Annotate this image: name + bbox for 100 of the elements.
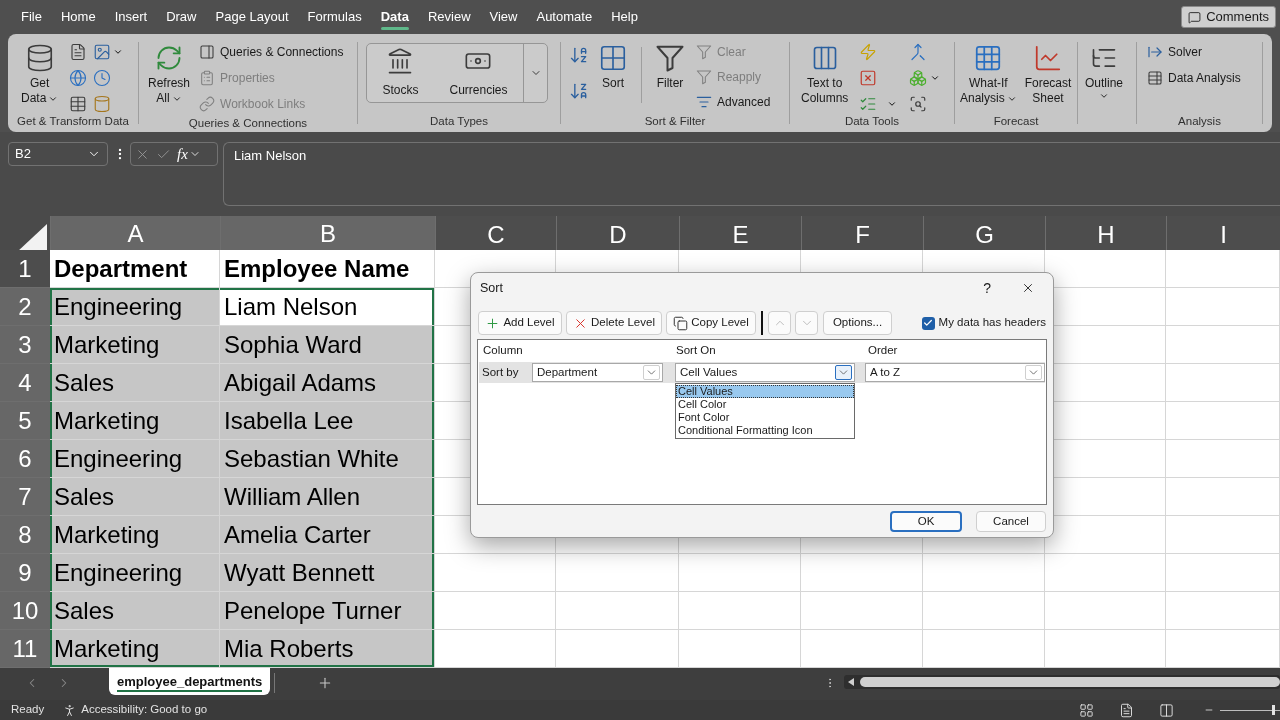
- checklist-icon[interactable]: [859, 95, 878, 113]
- insert-function-button[interactable]: fx: [177, 142, 201, 166]
- search-frame-icon[interactable]: [909, 95, 928, 113]
- stocks-button[interactable]: Stocks: [374, 44, 427, 102]
- row-header[interactable]: 9: [0, 554, 50, 592]
- column-dropdown[interactable]: Department: [532, 363, 663, 382]
- queries-connections-button[interactable]: Queries & Connections: [199, 41, 344, 63]
- table-cell: Wyatt Bennett: [220, 554, 435, 592]
- get-data-button[interactable]: Get Data: [18, 39, 62, 106]
- menu-tab[interactable]: View: [489, 4, 518, 30]
- delete-level-button[interactable]: Delete Level: [566, 311, 662, 335]
- chevron-down-icon: [643, 365, 660, 380]
- group-label: Analysis: [1178, 114, 1221, 129]
- options-button[interactable]: Options...: [823, 311, 892, 335]
- row-header[interactable]: 8: [0, 516, 50, 554]
- copy-level-button[interactable]: Copy Level: [666, 311, 756, 335]
- help-button[interactable]: ?: [983, 277, 991, 299]
- group-label: Data Types: [430, 114, 488, 129]
- table-cell: Department: [50, 250, 220, 288]
- table-cell: William Allen: [220, 478, 435, 516]
- checkbox[interactable]: [921, 316, 935, 330]
- chevron-down-icon: [1025, 365, 1042, 380]
- sort-ascending-icon[interactable]: [569, 45, 589, 65]
- refresh-all-button[interactable]: Refresh All: [145, 39, 194, 106]
- level-label: Sort by: [482, 364, 520, 380]
- funnel-icon: [655, 43, 685, 73]
- menu-tab[interactable]: Review: [427, 4, 471, 30]
- table-cell: Sales: [50, 364, 220, 402]
- menu-tab[interactable]: Insert: [114, 4, 148, 30]
- square-x-icon[interactable]: [859, 69, 878, 87]
- forecast-sheet-button[interactable]: Forecast Sheet: [1021, 39, 1075, 106]
- zoom-slider[interactable]: [1220, 704, 1280, 716]
- page-break-icon[interactable]: [1159, 702, 1174, 718]
- menu-tab[interactable]: Automate: [536, 4, 593, 30]
- clipboard-icon: [199, 70, 216, 86]
- menu-tab[interactable]: Data: [380, 4, 409, 30]
- caret-icon: [887, 99, 898, 109]
- table-cell: Sophia Ward: [220, 326, 435, 364]
- what-if-analysis-button[interactable]: What-If Analysis: [957, 39, 1020, 106]
- dialog-title: Sort: [480, 279, 503, 297]
- outline-button[interactable]: Outline: [1082, 39, 1127, 101]
- row-header[interactable]: 6: [0, 440, 50, 478]
- table-cell: Sales: [50, 592, 220, 630]
- menu-tab[interactable]: File: [21, 4, 42, 30]
- menu-tab[interactable]: Formulas: [307, 4, 362, 30]
- row-header[interactable]: 1: [0, 250, 50, 288]
- table-cell: Sales: [50, 478, 220, 516]
- checkbox-label: My data has headers: [938, 315, 1046, 331]
- cancel-button[interactable]: Cancel: [976, 511, 1046, 532]
- sort-level-row[interactable]: Sort by Department Cell Values A to Z: [479, 362, 1045, 383]
- solver-button[interactable]: Solver: [1147, 41, 1241, 63]
- menu-tab[interactable]: Draw: [166, 4, 197, 30]
- add-level-button[interactable]: Add Level: [478, 311, 562, 335]
- sheet-tab[interactable]: employee_departments: [109, 668, 271, 695]
- filter-button[interactable]: Filter: [652, 39, 688, 91]
- text-to-columns-button[interactable]: Text to Columns: [798, 39, 852, 106]
- menu-tab[interactable]: Home: [60, 4, 96, 30]
- comments-button[interactable]: Comments: [1181, 6, 1276, 28]
- sort-on-dropdown[interactable]: Cell Values: [675, 363, 855, 382]
- accessibility-status[interactable]: Accessibility: Good to go: [81, 701, 208, 719]
- row-header[interactable]: 7: [0, 478, 50, 516]
- table-cell: Liam Nelson: [220, 288, 435, 326]
- sort-descending-icon[interactable]: [569, 81, 589, 101]
- row-header[interactable]: 10: [0, 592, 50, 630]
- menu-tab[interactable]: Page Layout: [215, 4, 289, 30]
- page-icon[interactable]: [1119, 702, 1134, 718]
- slider-thumb[interactable]: [1272, 705, 1275, 715]
- formula-field[interactable]: Liam Nelson: [223, 142, 1280, 206]
- funnel-icon: [696, 69, 712, 85]
- advanced-button[interactable]: Advanced: [696, 91, 771, 113]
- cylinder-icon[interactable]: [93, 95, 112, 113]
- row-header[interactable]: 4: [0, 364, 50, 402]
- data-analysis-button[interactable]: Data Analysis: [1147, 67, 1241, 89]
- horizontal-scrollbar[interactable]: [844, 675, 1280, 689]
- plus-icon: [485, 315, 501, 331]
- row-header[interactable]: 11: [0, 630, 50, 668]
- order-dropdown[interactable]: A to Z: [865, 363, 1045, 382]
- globe-icon[interactable]: [69, 69, 88, 87]
- row-header[interactable]: 3: [0, 326, 50, 364]
- table-icon[interactable]: [69, 95, 88, 113]
- caret-icon: [113, 47, 124, 57]
- sort-button[interactable]: Sort: [595, 39, 631, 91]
- ok-button[interactable]: OK: [890, 511, 962, 532]
- table-cell: Marketing: [50, 630, 220, 668]
- document-icon[interactable]: [69, 43, 88, 61]
- column-heading: Order: [867, 343, 899, 359]
- group-label: Forecast: [993, 114, 1039, 129]
- close-icon[interactable]: [1021, 281, 1035, 295]
- filter-lines-icon: [696, 94, 712, 110]
- name-box[interactable]: B2: [8, 142, 108, 166]
- row-header[interactable]: 5: [0, 402, 50, 440]
- merge-icon[interactable]: [909, 43, 928, 61]
- menu-tab[interactable]: Help: [611, 4, 638, 30]
- picture-icon[interactable]: [93, 43, 112, 61]
- currencies-button[interactable]: Currencies: [441, 44, 516, 102]
- clock-icon[interactable]: [93, 69, 112, 87]
- grid-icon[interactable]: [1079, 702, 1094, 718]
- menu-option[interactable]: Cell Values: [676, 385, 854, 398]
- row-header[interactable]: 2: [0, 288, 50, 326]
- table-cell: Engineering: [50, 288, 220, 326]
